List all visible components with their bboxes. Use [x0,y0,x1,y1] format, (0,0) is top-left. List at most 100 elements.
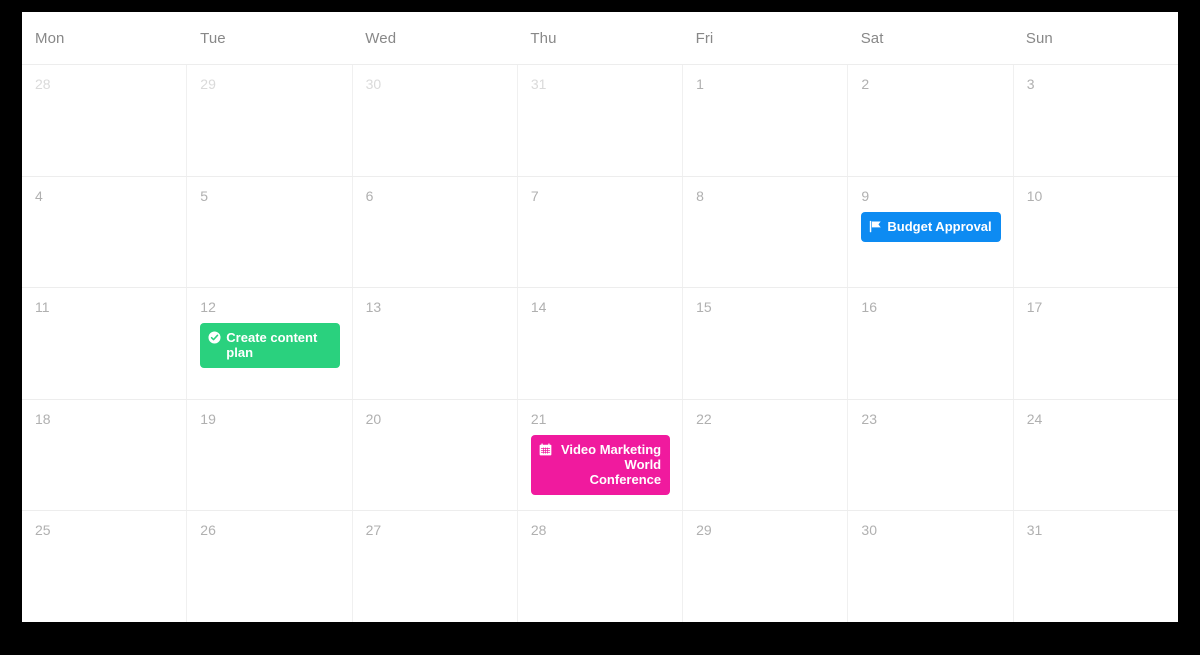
week-row: 28 29 30 31 1 2 3 [22,65,1178,177]
day-cell[interactable]: 23 [848,399,1014,511]
day-cell[interactable]: 28 [22,65,188,176]
day-number: 30 [365,76,382,92]
day-number: 7 [530,187,539,204]
day-number: 28 [35,76,51,92]
day-number: 24 [1026,410,1043,427]
day-number: 26 [200,522,216,539]
day-cell[interactable]: 8 [683,176,849,288]
weekday-header-sat: Sat [848,12,1013,64]
day-cell[interactable]: 12 Create content plan [187,288,353,399]
event-badge[interactable]: Video Marketing World Conference [530,434,671,495]
day-cell[interactable]: 25 [22,511,188,622]
day-cell[interactable]: 22 [683,399,849,511]
event-badge[interactable]: Create content plan [200,323,340,369]
weekday-label: Wed [365,29,397,47]
check-circle-icon [208,331,221,344]
event-label: Budget Approval [887,218,992,234]
day-number: 5 [200,187,209,204]
day-cell[interactable]: 20 [353,399,518,511]
day-cell[interactable]: 5 [187,176,353,288]
day-number: 9 [861,187,870,204]
event-label: Video Marketing World Conference [560,441,662,487]
day-number: 25 [35,522,51,539]
day-number: 14 [530,299,547,316]
day-number: 18 [35,410,51,427]
day-number: 3 [1026,76,1035,92]
day-cell[interactable]: 9 Budget Approval [848,176,1014,288]
day-number: 21 [530,410,547,427]
day-cell[interactable]: 13 [353,288,518,399]
day-number: 29 [200,76,216,92]
day-cell[interactable]: 26 [187,511,353,622]
day-cell[interactable]: 30 [848,511,1014,622]
weekday-label: Mon [35,29,65,47]
day-cell[interactable]: 7 [518,176,684,288]
day-cell[interactable]: 11 [22,288,188,399]
day-cell[interactable]: 16 [848,288,1014,399]
day-number: 4 [35,187,43,204]
day-cell[interactable]: 30 [353,65,518,176]
event-list: Video Marketing World Conference [530,434,671,495]
day-cell[interactable]: 6 [353,176,518,288]
day-number: 11 [35,299,50,316]
day-cell[interactable]: 10 [1014,177,1178,288]
weekday-header-sun: Sun [1013,12,1178,64]
day-number: 1 [696,76,704,92]
day-cell[interactable]: 24 [1014,400,1178,511]
calendar-grid: 28 29 30 31 1 2 3 4 5 6 7 8 9 Budget Approval 10 11 12 Cr… [22,65,1178,622]
weekday-label: Sun [1025,29,1053,47]
day-number: 13 [365,299,382,316]
day-cell[interactable]: 28 [518,511,684,622]
day-number: 23 [861,410,877,427]
day-cell[interactable]: 17 [1014,288,1178,399]
day-number: 27 [365,522,382,539]
day-cell[interactable]: 1 [683,65,849,176]
weekday-label: Thu [530,29,557,47]
day-number: 19 [200,410,216,427]
day-number: 20 [365,410,382,427]
day-number: 16 [861,299,877,316]
week-row: 4 5 6 7 8 9 Budget Approval 10 [22,176,1178,289]
month-calendar: Mon Tue Wed Thu Fri Sat Sun 28 29 30 31 1 2 3 4 5 6 7 8 9 B… [22,12,1178,622]
day-cell[interactable]: 15 [683,288,849,399]
day-cell[interactable]: 18 [22,399,188,511]
day-cell[interactable]: 14 [518,288,684,399]
weekday-header-wed: Wed [352,12,517,64]
weekday-label: Tue [200,29,226,47]
weekday-header-thu: Thu [517,12,682,64]
flag-icon [869,220,882,233]
day-cell[interactable]: 21 Video Marketing World Conference [518,399,684,511]
day-cell[interactable]: 31 [518,65,684,176]
event-list: Budget Approval [861,211,1001,242]
event-badge[interactable]: Budget Approval [861,211,1001,242]
day-number: 22 [696,410,712,427]
day-cell[interactable]: 29 [187,65,353,176]
day-number: 31 [1026,522,1043,539]
weekday-header-row: Mon Tue Wed Thu Fri Sat Sun [22,12,1178,65]
day-number: 29 [696,522,712,539]
week-row: 11 12 Create content plan 13 14 15 16 17 [22,288,1178,400]
day-number: 2 [861,76,870,92]
day-number: 8 [696,187,704,204]
day-cell[interactable]: 19 [187,399,353,511]
day-cell[interactable]: 3 [1014,65,1178,176]
weekday-label: Fri [695,29,714,47]
day-number: 12 [200,299,216,316]
day-cell[interactable]: 27 [353,511,518,622]
week-row: 25 26 27 28 29 30 31 [22,511,1178,622]
weekday-header-fri: Fri [683,12,848,64]
day-cell[interactable]: 2 [848,65,1014,176]
day-cell[interactable]: 31 [1014,511,1178,622]
day-number: 17 [1026,299,1043,316]
calendar-icon [539,443,552,456]
day-number: 6 [365,187,374,204]
day-number: 10 [1026,187,1043,204]
event-label: Create content plan [226,330,318,361]
event-list: Create content plan [200,323,340,369]
day-number: 30 [861,522,877,539]
day-cell[interactable]: 4 [22,176,188,288]
day-number: 28 [530,522,547,539]
day-cell[interactable]: 29 [683,511,849,622]
week-row: 18 19 20 21 Video Marketing World Conference… [22,399,1178,512]
weekday-label: Sat [860,29,884,47]
